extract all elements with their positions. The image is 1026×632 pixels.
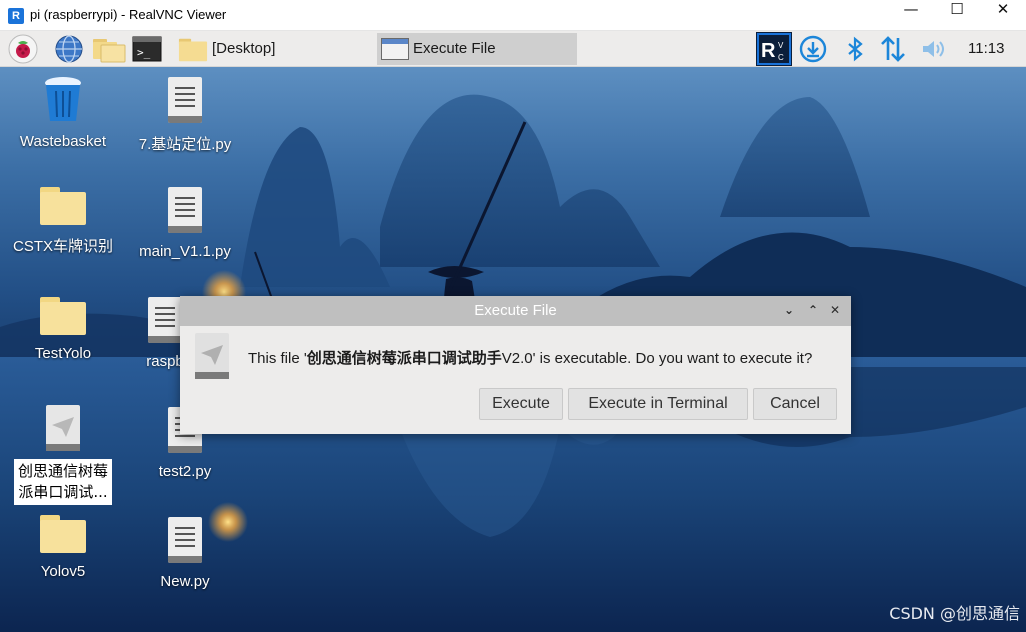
dialog-minimize-icon[interactable]: ⌄ — [780, 301, 798, 319]
close-button[interactable]: ✕ — [980, 0, 1026, 31]
cancel-button[interactable]: Cancel — [753, 388, 837, 420]
minimize-button[interactable]: — — [888, 0, 934, 31]
top-panel: >_ [Desktop] Execute File R V C 11:13 — [0, 31, 1026, 67]
window-icon — [381, 38, 409, 60]
execute-button[interactable]: Execute — [479, 388, 563, 420]
dialog-titlebar[interactable]: Execute File ⌄ ⌃ ✕ — [180, 296, 851, 326]
folder-icon — [40, 297, 86, 335]
desktop-folder-button[interactable]: [Desktop] — [212, 40, 275, 57]
wastebasket-icon — [45, 77, 81, 121]
desktop-icon-label: 7.基站定位.py — [138, 136, 232, 153]
desktop-icon-7-basestation-py[interactable]: 7.基站定位.py — [130, 77, 240, 154]
file-manager-icon[interactable] — [92, 34, 126, 64]
taskbar-execute-file-button[interactable]: Execute File — [377, 33, 577, 65]
window-titlebar: R pi (raspberrypi) - RealVNC Viewer — ☐ … — [0, 0, 1026, 31]
watermark: CSDN @创思通信 — [889, 604, 1020, 623]
download-icon[interactable] — [798, 34, 828, 64]
dialog-close-icon[interactable]: ✕ — [826, 301, 844, 319]
window-title: pi (raspberrypi) - RealVNC Viewer — [30, 7, 227, 22]
dialog-maximize-icon[interactable]: ⌃ — [804, 301, 822, 319]
desktop-icon-cstx-folder[interactable]: CSTX车牌识别 — [8, 187, 118, 256]
desktop-icon-label: Wastebasket — [19, 133, 107, 150]
bluetooth-icon[interactable] — [840, 34, 870, 64]
python-file-icon — [148, 297, 182, 343]
desktop-icon-label: test2.py — [158, 463, 212, 480]
folder-icon — [178, 38, 208, 62]
folder-icon — [40, 187, 86, 225]
svg-text:C: C — [778, 53, 784, 62]
volume-icon[interactable] — [918, 34, 948, 64]
svg-text:>_: >_ — [137, 46, 151, 59]
realvnc-icon: R — [8, 8, 24, 24]
desktop-icon-wastebasket[interactable]: Wastebasket — [8, 75, 118, 150]
folder-icon — [40, 515, 86, 553]
desktop-icon-label: CSTX车牌识别 — [12, 238, 113, 255]
executable-file-icon — [46, 405, 80, 451]
execute-file-dialog: Execute File ⌄ ⌃ ✕ This file '创思通信树莓派串口调… — [180, 296, 851, 434]
svg-text:R: R — [761, 40, 776, 62]
desktop-icon-label: New.py — [160, 573, 210, 590]
clock: 11:13 — [968, 40, 1005, 57]
desktop-icon-testyolo-folder[interactable]: TestYolo — [8, 297, 118, 362]
python-file-icon — [168, 77, 202, 123]
vnc-server-icon[interactable]: R V C — [756, 32, 792, 66]
python-file-icon — [168, 517, 202, 563]
desktop-icon-label: TestYolo — [34, 345, 92, 362]
python-file-icon — [168, 187, 202, 233]
desktop-icon-label: Yolov5 — [40, 563, 86, 580]
selected-icon-label: 创思通信树莓 派串口调试... — [13, 459, 112, 505]
desktop-icon-label: main_V1.1.py — [139, 243, 231, 260]
taskbar-label: Execute File — [413, 40, 496, 57]
web-browser-icon[interactable] — [54, 34, 84, 64]
desktop-icon-serial-debug-tool[interactable]: 创思通信树莓 派串口调试... — [8, 405, 118, 505]
maximize-button[interactable]: ☐ — [934, 0, 980, 31]
execute-in-terminal-button[interactable]: Execute in Terminal — [568, 388, 748, 420]
dialog-filename: 创思通信树莓派串口调试助手 — [306, 349, 502, 367]
dialog-message: This file '创思通信树莓派串口调试助手V2.0' is executa… — [248, 349, 813, 367]
network-transfer-icon[interactable] — [878, 34, 908, 64]
desktop-icon-yolov5-folder[interactable]: Yolov5 — [8, 515, 118, 580]
terminal-icon[interactable]: >_ — [132, 34, 162, 64]
raspberry-menu-icon[interactable] — [8, 34, 38, 64]
dialog-title: Execute File — [474, 302, 557, 319]
executable-file-icon — [195, 333, 229, 379]
svg-text:V: V — [778, 41, 784, 50]
desktop-icon-new-py[interactable]: New.py — [130, 517, 240, 590]
desktop-icon-main-v1-1-py[interactable]: main_V1.1.py — [130, 187, 240, 260]
